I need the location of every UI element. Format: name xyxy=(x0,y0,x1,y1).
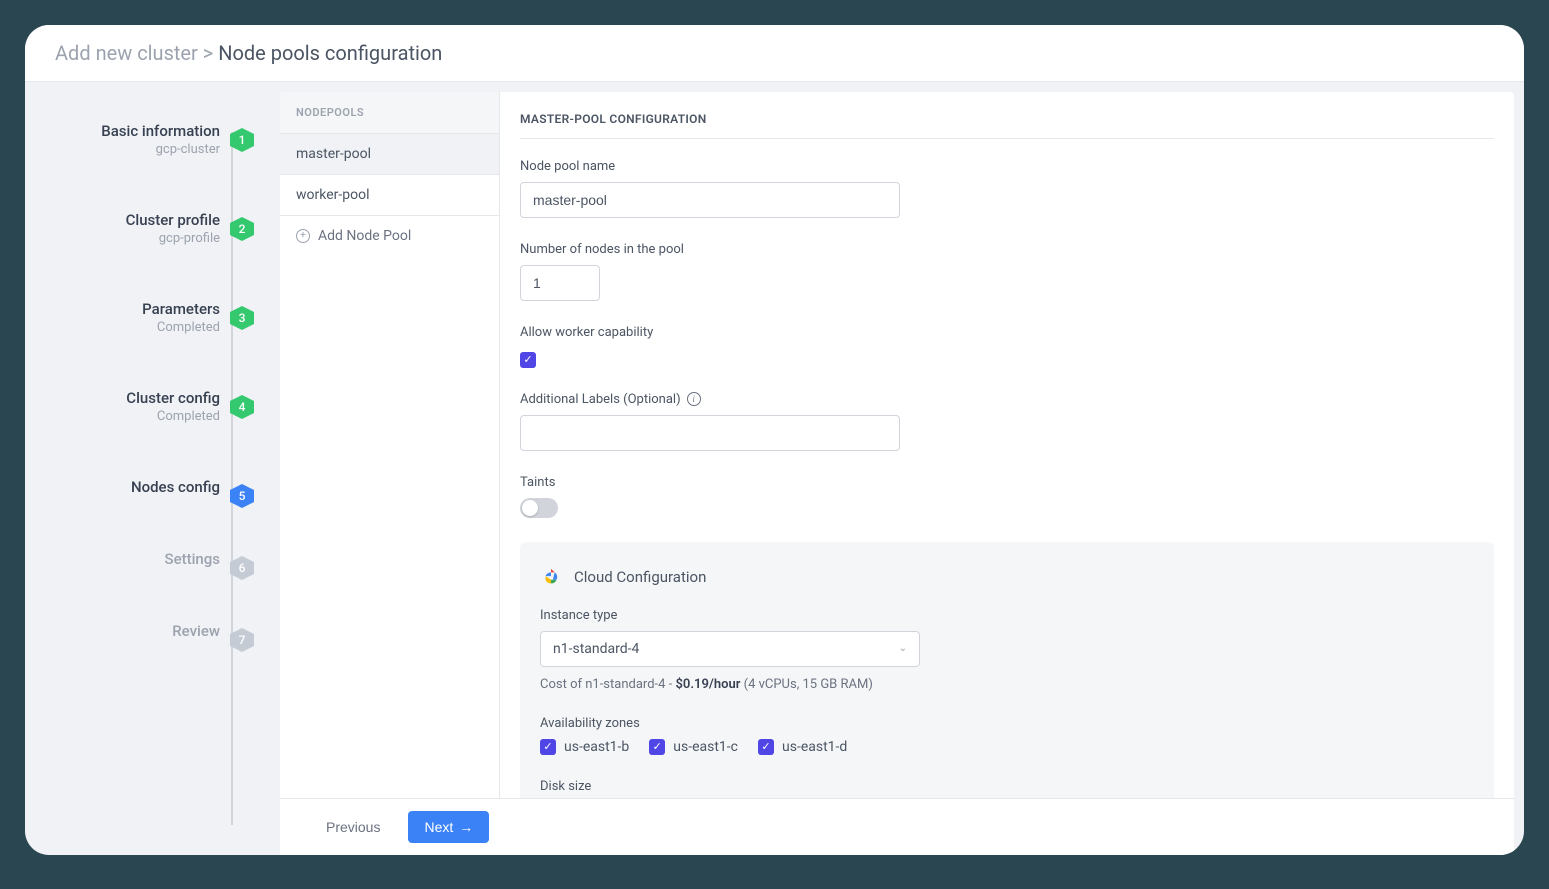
cloud-configuration-section: Cloud Configuration Instance type n1-sta… xyxy=(520,542,1494,799)
step-basic-information[interactable]: Basic information gcp-cluster 1 xyxy=(25,122,270,157)
node-count-input[interactable] xyxy=(520,265,600,301)
toggle-knob xyxy=(522,500,538,516)
instance-type-select[interactable]: n1-standard-4 ⌄ xyxy=(540,631,920,667)
breadcrumb-sep: > xyxy=(203,41,213,65)
step-badge: 3 xyxy=(230,306,254,330)
step-badge: 1 xyxy=(230,128,254,152)
app-window: Add new cluster > Node pools configurati… xyxy=(25,25,1524,855)
cloud-config-title: Cloud Configuration xyxy=(540,566,1474,588)
step-subtitle: Completed xyxy=(25,320,220,335)
header: Add new cluster > Node pools configurati… xyxy=(25,25,1524,82)
field-additional-labels: Additional Labels (Optional) i xyxy=(520,392,1494,451)
breadcrumb: Add new cluster > Node pools configurati… xyxy=(55,41,1494,65)
gcp-icon xyxy=(540,566,562,588)
nodepool-item-worker[interactable]: worker-pool xyxy=(280,175,499,216)
step-title: Nodes config xyxy=(25,478,220,496)
nodepool-list-header: NODEPOOLS xyxy=(280,92,499,134)
zone-option[interactable]: ✓ us-east1-b xyxy=(540,739,629,755)
field-node-count: Number of nodes in the pool xyxy=(520,242,1494,301)
taints-toggle[interactable] xyxy=(520,498,558,518)
previous-button[interactable]: Previous xyxy=(310,811,396,843)
step-subtitle: Completed xyxy=(25,409,220,424)
step-settings[interactable]: Settings 6 xyxy=(25,550,270,568)
labels-label: Additional Labels (Optional) i xyxy=(520,392,1494,407)
step-title: Parameters xyxy=(25,300,220,318)
form-title: MASTER-POOL CONFIGURATION xyxy=(520,112,1494,139)
next-button[interactable]: Next → xyxy=(408,811,489,843)
field-availability-zones: Availability zones ✓ us-east1-b ✓ us-eas… xyxy=(540,716,1474,755)
nodepool-form: MASTER-POOL CONFIGURATION Node pool name… xyxy=(500,92,1514,798)
disk-size-label: Disk size xyxy=(540,779,1474,794)
body: Basic information gcp-cluster 1 Cluster … xyxy=(25,82,1524,855)
pool-name-label: Node pool name xyxy=(520,159,1494,174)
zone-label: us-east1-c xyxy=(673,739,738,755)
worker-cap-checkbox[interactable]: ✓ xyxy=(520,352,536,368)
zone-label: us-east1-d xyxy=(782,739,847,755)
step-review[interactable]: Review 7 xyxy=(25,622,270,640)
pool-name-input[interactable] xyxy=(520,182,900,218)
nodepool-item-master[interactable]: master-pool xyxy=(280,134,499,175)
zones-label: Availability zones xyxy=(540,716,1474,731)
zone-label: us-east1-b xyxy=(564,739,629,755)
instance-cost-line: Cost of n1-standard-4 - $0.19/hour (4 vC… xyxy=(540,677,1474,692)
step-subtitle: gcp-profile xyxy=(25,231,220,246)
zone-option[interactable]: ✓ us-east1-c xyxy=(649,739,738,755)
field-taints: Taints xyxy=(520,475,1494,518)
instance-type-label: Instance type xyxy=(540,608,1474,623)
step-badge: 2 xyxy=(230,217,254,241)
step-cluster-profile[interactable]: Cluster profile gcp-profile 2 xyxy=(25,211,270,246)
zone-checkbox[interactable]: ✓ xyxy=(649,739,665,755)
step-badge: 7 xyxy=(230,628,254,652)
step-title: Basic information xyxy=(25,122,220,140)
step-title: Settings xyxy=(25,550,220,568)
add-nodepool-button[interactable]: + Add Node Pool xyxy=(280,216,499,256)
step-nodes-config[interactable]: Nodes config 5 xyxy=(25,478,270,496)
instance-type-value: n1-standard-4 xyxy=(553,641,639,657)
info-icon[interactable]: i xyxy=(687,392,701,406)
chevron-down-icon: ⌄ xyxy=(899,643,907,654)
taints-label: Taints xyxy=(520,475,1494,490)
nodepool-list: NODEPOOLS master-pool worker-pool + Add … xyxy=(280,92,500,798)
step-title: Review xyxy=(25,622,220,640)
zone-checkbox[interactable]: ✓ xyxy=(758,739,774,755)
step-title: Cluster profile xyxy=(25,211,220,229)
node-count-label: Number of nodes in the pool xyxy=(520,242,1494,257)
zone-checkbox[interactable]: ✓ xyxy=(540,739,556,755)
field-disk-size: Disk size xyxy=(540,779,1474,794)
step-cluster-config[interactable]: Cluster config Completed 4 xyxy=(25,389,270,424)
field-instance-type: Instance type n1-standard-4 ⌄ Cost of n1… xyxy=(540,608,1474,692)
breadcrumb-current: Node pools configuration xyxy=(218,41,442,65)
worker-cap-label: Allow worker capability xyxy=(520,325,1494,340)
step-badge: 4 xyxy=(230,395,254,419)
labels-input[interactable] xyxy=(520,415,900,451)
step-title: Cluster config xyxy=(25,389,220,407)
wizard-footer: Previous Next → xyxy=(280,798,1514,855)
step-badge: 5 xyxy=(230,484,254,508)
wizard-sidebar: Basic information gcp-cluster 1 Cluster … xyxy=(25,82,270,855)
step-badge: 6 xyxy=(230,556,254,580)
breadcrumb-root[interactable]: Add new cluster xyxy=(55,41,198,65)
content-panel: NODEPOOLS master-pool worker-pool + Add … xyxy=(280,92,1514,855)
add-nodepool-label: Add Node Pool xyxy=(318,228,411,244)
arrow-right-icon: → xyxy=(459,819,473,835)
plus-circle-icon: + xyxy=(296,229,310,243)
zone-option[interactable]: ✓ us-east1-d xyxy=(758,739,847,755)
step-subtitle: gcp-cluster xyxy=(25,142,220,157)
field-worker-capability: Allow worker capability ✓ xyxy=(520,325,1494,368)
step-parameters[interactable]: Parameters Completed 3 xyxy=(25,300,270,335)
field-pool-name: Node pool name xyxy=(520,159,1494,218)
